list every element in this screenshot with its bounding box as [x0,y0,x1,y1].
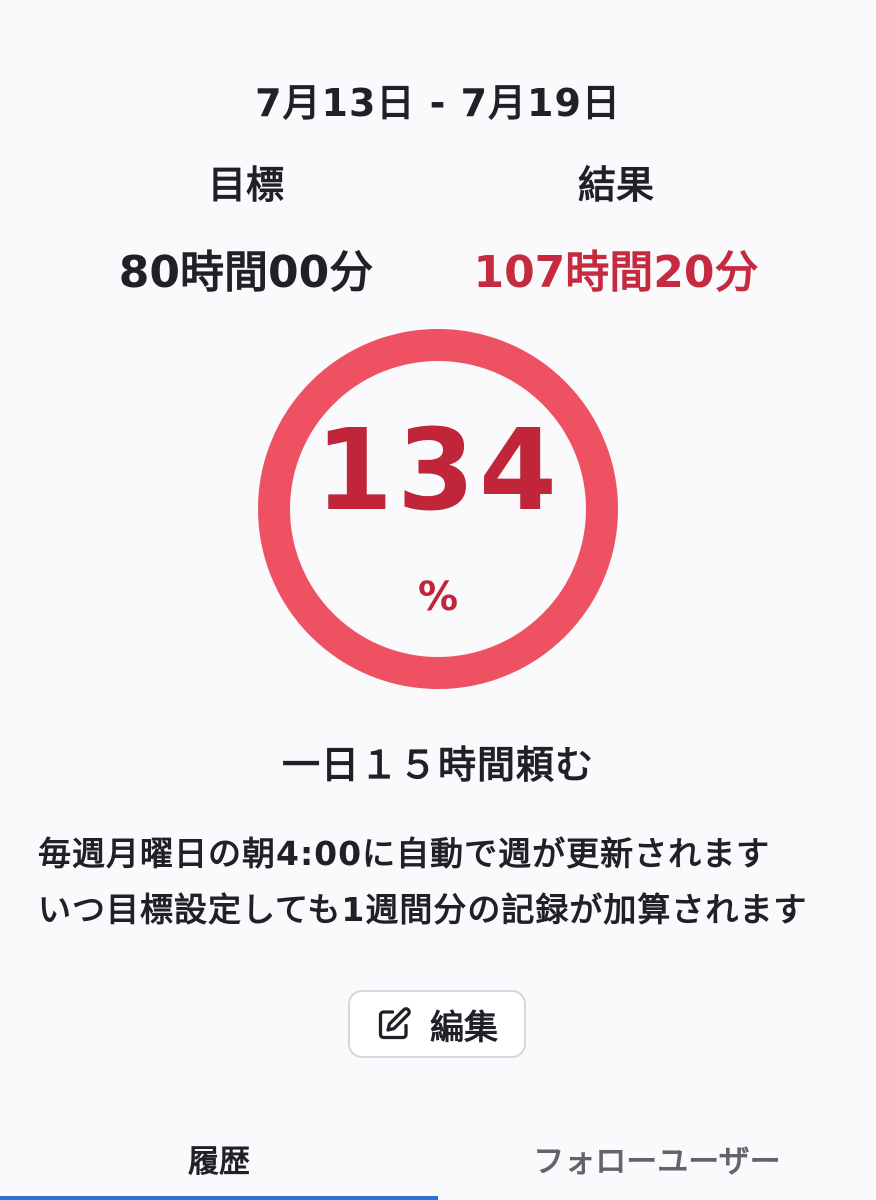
progress-ring: 134 % [258,329,618,689]
tab-active-indicator [0,1196,438,1200]
note-line: いつ目標設定しても1週間分の記録が加算されます [38,890,808,929]
week-range: 7月13日 - 7月19日 [255,81,621,125]
daily-message: 一日１５時間頼む [281,743,594,787]
edit-button-label: 編集 [430,1007,498,1048]
edit-icon [378,1007,411,1040]
tab-follow-users[interactable]: フォローユーザー [438,1136,876,1200]
edit-button[interactable]: 編集 [348,990,526,1058]
result-value: 107時間20分 [473,247,759,298]
notes: 毎週月曜日の朝4:00に自動で週が更新されます いつ目標設定しても1週間分の記録… [38,826,858,938]
goal-value: 80時間00分 [118,247,374,298]
goal-label: 目標 [207,163,284,207]
note-line: 毎週月曜日の朝4:00に自動で週が更新されます [38,834,771,873]
tab-history[interactable]: 履歴 [0,1136,438,1200]
weekly-goal-screen: 7月13日 - 7月19日 目標 結果 80時間00分 107時間20分 134… [0,0,876,1200]
progress-percent: 134 [315,406,561,536]
tab-bar: 履歴 フォローユーザー [0,1120,876,1200]
progress-percent-unit: % [417,574,459,620]
result-label: 結果 [577,163,654,207]
